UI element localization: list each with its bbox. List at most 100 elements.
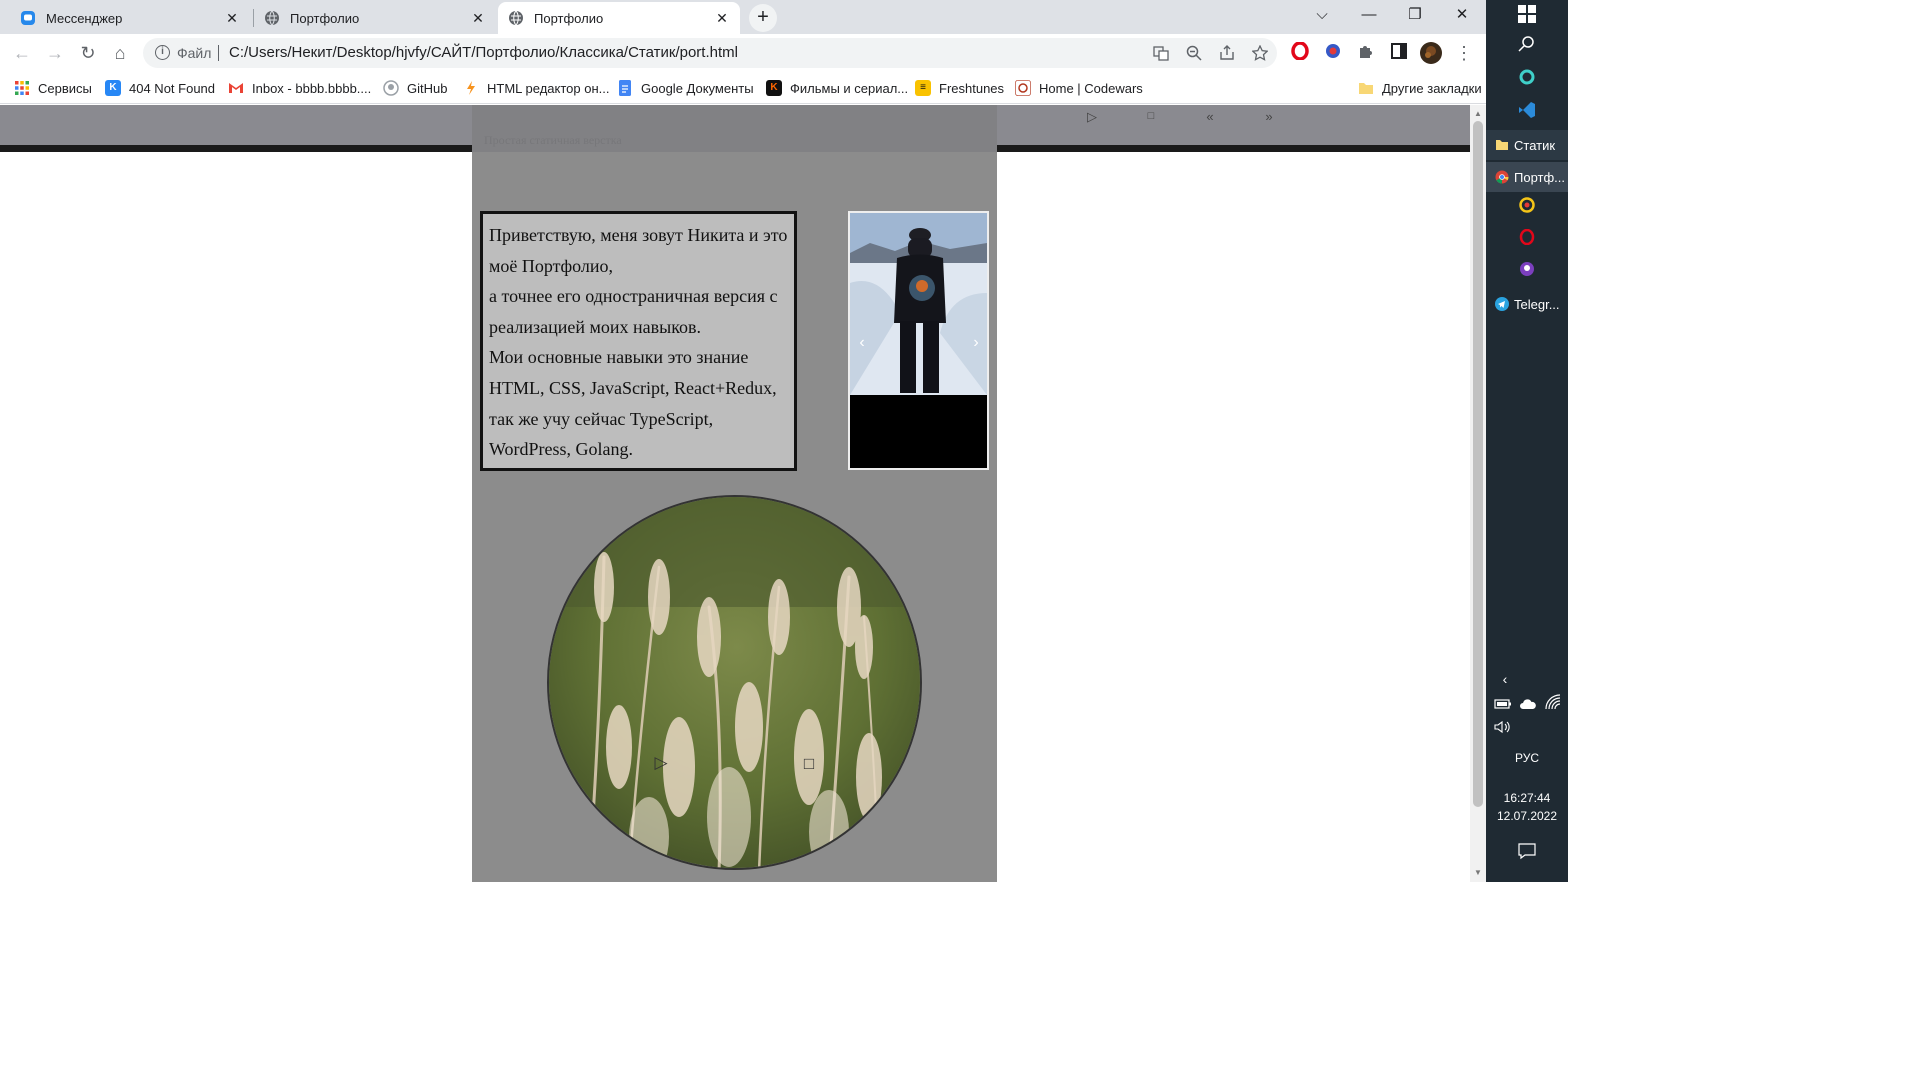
chrome-icon	[1495, 170, 1509, 184]
side-panel-icon[interactable]	[1388, 42, 1410, 64]
address-divider	[218, 45, 219, 61]
profile-avatar[interactable]	[1420, 42, 1442, 64]
intro-line-2: а точнее его одностраничная версия с реа…	[489, 286, 778, 337]
volume-icon[interactable]	[1492, 718, 1514, 740]
battery-icon[interactable]	[1492, 694, 1514, 716]
input-language[interactable]: РУС	[1486, 751, 1568, 765]
kinopoisk-icon: K	[766, 80, 782, 96]
vpn-extension-icon[interactable]	[1322, 42, 1344, 64]
home-button[interactable]: ⌂	[107, 41, 133, 67]
bookmark-html-editor[interactable]: HTML редактор он...	[463, 78, 609, 98]
windows-start-icon[interactable]	[1516, 5, 1538, 27]
bookmark-other[interactable]: Другие закладки	[1358, 78, 1482, 98]
forward-button[interactable]: →	[42, 41, 68, 67]
opera-icon[interactable]	[1516, 228, 1538, 251]
browser-window: Мессенджер ✕ Портфолио ✕ Портфолио ✕ + ⌵…	[0, 0, 1486, 882]
intro-text-box: Приветствую, меня зовут Никита и это моё…	[480, 211, 797, 471]
bookmark-services[interactable]: Сервисы	[14, 78, 92, 98]
minimize-button[interactable]: —	[1346, 0, 1392, 32]
wifi-icon[interactable]	[1542, 694, 1564, 716]
github-icon	[383, 80, 399, 96]
cortana-icon[interactable]	[1516, 69, 1538, 91]
taskbar-item-label: Портф...	[1514, 169, 1566, 185]
vk-icon: K	[105, 80, 121, 96]
bookmark-label: Home | Codewars	[1039, 80, 1143, 96]
codewars-icon	[1015, 80, 1031, 96]
tab-portfolio-2[interactable]: Портфолио ✕	[498, 2, 740, 34]
page-scrollbar[interactable]: ▲ ▼	[1470, 105, 1486, 882]
bookmark-label: 404 Not Found	[129, 80, 216, 96]
google-docs-icon	[619, 80, 631, 96]
scroll-down-arrow-icon[interactable]: ▼	[1474, 868, 1482, 877]
menu-kebab-icon[interactable]: ⋮	[1453, 42, 1475, 64]
bookmark-github[interactable]: GitHub	[383, 78, 447, 98]
search-icon[interactable]	[1516, 35, 1538, 57]
close-icon[interactable]: ✕	[714, 10, 730, 27]
url-text[interactable]: C:/Users/Некит/Desktop/hjvfy/САЙТ/Портфо…	[229, 44, 738, 61]
slider-photo	[850, 213, 987, 395]
circle-stop-button[interactable]: □	[798, 754, 820, 774]
bookmark-label: GitHub	[407, 80, 448, 96]
bookmark-404[interactable]: K 404 Not Found	[105, 78, 215, 98]
slider-prev-button[interactable]: ‹	[854, 335, 870, 351]
tab-messenger[interactable]: Мессенджер ✕	[10, 2, 250, 34]
opera-extension-icon[interactable]	[1289, 41, 1311, 64]
bookmark-gmail[interactable]: Inbox - bbbb.bbbb....	[228, 78, 371, 98]
taskbar-item-static[interactable]: Статик	[1486, 130, 1568, 160]
restore-button[interactable]: ❐	[1392, 0, 1438, 32]
tab-label: Портфолио	[534, 10, 604, 26]
page-subtitle: Простая статичная верстка	[484, 133, 622, 147]
github-desktop-icon[interactable]	[1516, 261, 1538, 283]
bookmark-label: Google Документы	[641, 80, 754, 96]
tab-portfolio-1[interactable]: Портфолио ✕	[254, 2, 496, 34]
bookmark-label: Другие закладки	[1382, 80, 1482, 96]
header-next-button[interactable]: »	[1259, 109, 1279, 124]
close-window-button[interactable]: ✕	[1439, 0, 1485, 32]
bookmark-label: HTML редактор он...	[487, 80, 610, 96]
tab-search-button[interactable]: ⌵	[1299, 0, 1345, 32]
taskbar-item-portfolio[interactable]: Портф...	[1486, 162, 1568, 192]
bookmark-google-docs[interactable]: Google Документы	[617, 78, 754, 98]
site-info-icon[interactable]: i	[155, 45, 170, 60]
header-play-button[interactable]: ▷	[1082, 109, 1102, 125]
globe-icon	[265, 10, 279, 26]
bookmark-codewars[interactable]: Home | Codewars	[1015, 78, 1143, 98]
new-tab-button[interactable]: +	[749, 4, 777, 32]
notifications-icon[interactable]	[1516, 842, 1538, 864]
windows-taskbar: Статик Портф... Telegr... ‹ РУС 16:27:44…	[1486, 0, 1568, 882]
zoom-icon[interactable]	[1185, 45, 1203, 63]
translate-icon[interactable]	[1152, 45, 1170, 63]
share-icon[interactable]	[1218, 45, 1236, 63]
circle-image: ▷ □	[547, 495, 922, 870]
tab-label: Портфолио	[290, 10, 360, 26]
clock-time[interactable]: 16:27:44	[1486, 791, 1568, 805]
circle-play-button[interactable]: ▷	[650, 753, 672, 773]
header-stop-button[interactable]: □	[1141, 110, 1161, 122]
tab-bar: Мессенджер ✕ Портфолио ✕ Портфолио ✕ + ⌵…	[0, 0, 1486, 34]
onedrive-cloud-icon[interactable]	[1517, 694, 1539, 716]
gmail-icon	[229, 83, 243, 93]
taskbar-item-telegram[interactable]: Telegr...	[1486, 289, 1568, 319]
yandex-music-icon[interactable]	[1516, 197, 1538, 219]
scroll-up-arrow-icon[interactable]: ▲	[1474, 109, 1482, 118]
apps-grid-icon	[15, 81, 29, 95]
html-editor-icon	[467, 81, 475, 95]
back-button[interactable]: ←	[9, 41, 35, 67]
reload-button[interactable]: ↻	[75, 41, 101, 67]
clock-date[interactable]: 12.07.2022	[1486, 809, 1568, 823]
folder-icon	[1496, 140, 1508, 150]
header-prev-button[interactable]: «	[1200, 109, 1220, 124]
browser-toolbar: ← → ↻ ⌂ i Файл C:/Users/Некит/Desktop/hj…	[0, 34, 1486, 72]
extensions-puzzle-icon[interactable]	[1355, 42, 1377, 64]
bookmark-label: Сервисы	[38, 80, 92, 96]
vscode-icon[interactable]	[1516, 101, 1538, 123]
slider-next-button[interactable]: ›	[968, 335, 984, 351]
bookmark-star-icon[interactable]	[1251, 44, 1269, 63]
tray-chevron-icon[interactable]: ‹	[1494, 668, 1516, 690]
address-bar[interactable]: i Файл C:/Users/Некит/Desktop/hjvfy/САЙТ…	[143, 38, 1277, 68]
scroll-thumb[interactable]	[1473, 121, 1483, 807]
bookmark-freshtunes[interactable]: ≡ Freshtunes	[915, 78, 1004, 98]
close-icon[interactable]: ✕	[224, 10, 240, 27]
close-icon[interactable]: ✕	[470, 10, 486, 27]
bookmark-kinopoisk[interactable]: K Фильмы и сериал...	[766, 78, 908, 98]
